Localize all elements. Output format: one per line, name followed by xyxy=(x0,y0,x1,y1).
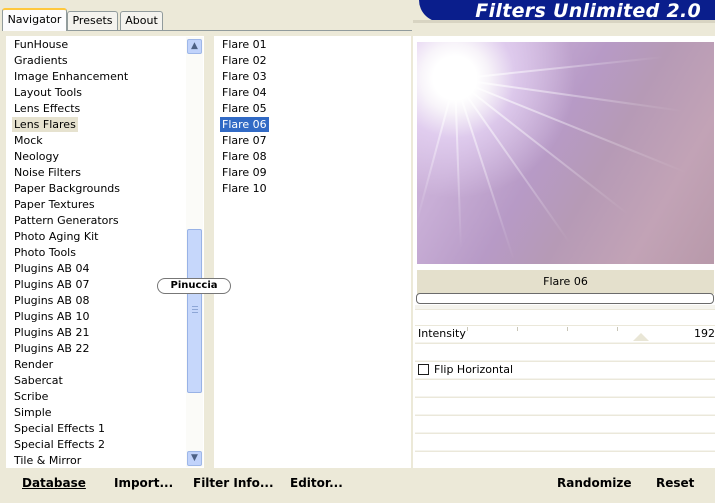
filter-item[interactable]: Flare 08 xyxy=(220,149,269,164)
category-item[interactable]: Special Effects 1 xyxy=(12,421,107,436)
category-item[interactable]: Lens Flares xyxy=(12,117,78,132)
intensity-value: 192 xyxy=(694,327,715,340)
category-item[interactable]: Plugins AB 22 xyxy=(12,341,91,356)
filter-item[interactable]: Flare 04 xyxy=(220,85,269,100)
flare-ray xyxy=(454,56,664,80)
filter-list[interactable]: Flare 01 Flare 02 Flare 03 Flare 04 Flare 05… xyxy=(214,36,411,468)
category-item[interactable]: Photo Aging Kit xyxy=(12,229,100,244)
param-row xyxy=(415,415,715,432)
category-item[interactable]: Plugins AB 21 xyxy=(12,325,91,340)
category-scrollbar[interactable]: ▲ ▼ xyxy=(186,37,203,467)
scroll-up-button[interactable]: ▲ xyxy=(187,39,202,54)
slider-tick xyxy=(517,327,518,331)
category-item[interactable]: Image Enhancement xyxy=(12,69,130,84)
scroll-thumb[interactable] xyxy=(187,229,202,393)
param-row xyxy=(415,397,715,414)
reset-button[interactable]: Reset xyxy=(656,475,694,491)
category-item[interactable]: Sabercat xyxy=(12,373,65,388)
list-divider xyxy=(205,36,214,468)
tab-navigator[interactable]: Navigator xyxy=(2,8,67,31)
category-item[interactable]: Paper Backgrounds xyxy=(12,181,122,196)
slider-tick xyxy=(617,327,618,331)
filter-item[interactable]: Flare 07 xyxy=(220,133,269,148)
filter-info-button[interactable]: Filter Info... xyxy=(193,475,274,491)
editor-button[interactable]: Editor... xyxy=(290,475,343,491)
slider-tick xyxy=(567,327,568,331)
banner-edge xyxy=(413,20,715,23)
flare-ray xyxy=(454,78,515,261)
app-title: Filters Unlimited 2.0 xyxy=(475,0,701,22)
category-item[interactable]: Lens Effects xyxy=(12,101,82,116)
randomize-button[interactable]: Randomize xyxy=(557,475,631,491)
filter-item[interactable]: Flare 02 xyxy=(220,53,269,68)
scroll-grip xyxy=(192,306,198,307)
param-row xyxy=(415,343,715,360)
flare-ray xyxy=(417,78,456,225)
filter-item[interactable]: Flare 01 xyxy=(220,37,269,52)
category-item[interactable]: Plugins AB 08 xyxy=(12,293,91,308)
tab-about[interactable]: About xyxy=(120,11,163,30)
preview-filter-name: Flare 06 xyxy=(543,275,588,288)
filter-item[interactable]: Flare 10 xyxy=(220,181,269,196)
category-item[interactable]: Plugins AB 04 xyxy=(12,261,91,276)
param-row xyxy=(415,379,715,396)
category-item[interactable]: Special Effects 2 xyxy=(12,437,107,452)
database-label: Database xyxy=(22,476,86,490)
scroll-grip xyxy=(192,312,198,313)
flare-ray xyxy=(454,78,462,249)
intensity-label: Intensity xyxy=(418,327,466,340)
category-item[interactable]: Layout Tools xyxy=(12,85,84,100)
category-item[interactable]: Simple xyxy=(12,405,54,420)
app-banner: Filters Unlimited 2.0 xyxy=(419,0,715,22)
category-list[interactable]: FunHouse Gradients Image Enhancement Layout… xyxy=(6,36,204,468)
flip-horizontal-checkbox[interactable] xyxy=(418,364,429,375)
category-item[interactable]: Scribe xyxy=(12,389,50,404)
category-item[interactable]: Noise Filters xyxy=(12,165,83,180)
category-item[interactable]: Tile & Mirror xyxy=(12,453,83,468)
category-item[interactable]: Gradients xyxy=(12,53,70,68)
filter-item[interactable]: Flare 06 xyxy=(220,117,269,132)
category-item[interactable]: FunHouse xyxy=(12,37,70,52)
scroll-down-button[interactable]: ▼ xyxy=(187,451,202,466)
category-item[interactable]: Neology xyxy=(12,149,61,164)
intensity-slider-thumb[interactable] xyxy=(633,333,649,341)
category-item[interactable]: Plugins AB 07 xyxy=(12,277,91,292)
category-item[interactable]: Paper Textures xyxy=(12,197,97,212)
tab-presets[interactable]: Presets xyxy=(67,11,118,30)
category-item[interactable]: Photo Tools xyxy=(12,245,78,260)
filter-item[interactable]: Flare 05 xyxy=(220,101,269,116)
category-item[interactable]: Render xyxy=(12,357,55,372)
category-item[interactable]: Pattern Generators xyxy=(12,213,121,228)
filter-item[interactable]: Flare 03 xyxy=(220,69,269,84)
filter-item[interactable]: Flare 09 xyxy=(220,165,269,180)
flip-horizontal-label: Flip Horizontal xyxy=(434,363,514,376)
watermark: Pinuccia xyxy=(157,278,231,294)
filter-name-row: Flare 06 xyxy=(417,270,714,294)
database-button[interactable]: Database xyxy=(22,475,86,491)
param-row xyxy=(415,451,715,468)
category-item[interactable]: Plugins AB 10 xyxy=(12,309,91,324)
category-item[interactable]: Mock xyxy=(12,133,45,148)
param-row xyxy=(415,433,715,450)
slider-tick xyxy=(467,327,468,331)
import-button[interactable]: Import... xyxy=(114,475,173,491)
param-row xyxy=(415,309,715,326)
progress-bar xyxy=(416,293,714,304)
scroll-grip xyxy=(192,309,198,310)
preview-image xyxy=(417,42,714,264)
